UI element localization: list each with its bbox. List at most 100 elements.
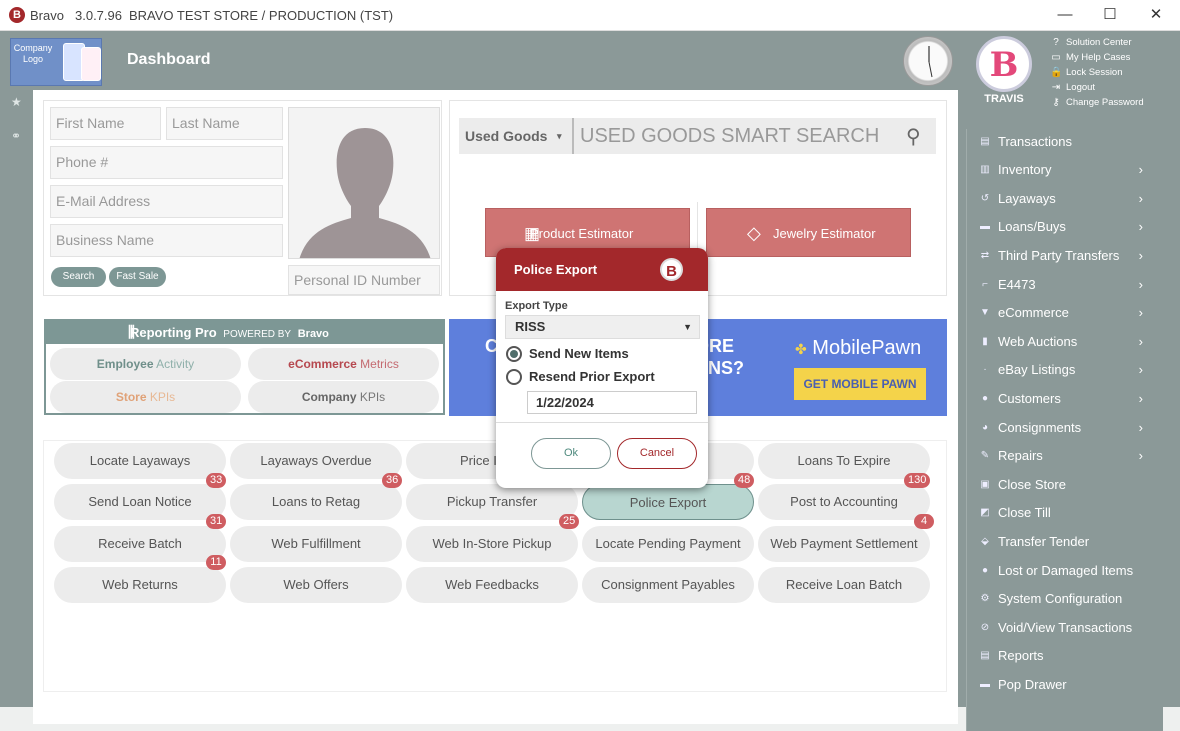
web-fulfillment-button[interactable]: Web Fulfillment [230, 526, 402, 562]
window-titlebar: B Bravo 3.0.7.96 BRAVO TEST STORE / PROD… [0, 0, 1180, 31]
quick-button-label: Pickup Transfer [446, 494, 538, 509]
sidebar-item-transfer-tender[interactable]: ⬙ Transfer Tender [979, 530, 1159, 554]
rp-label: eCommerce [288, 357, 357, 371]
sidebar-item-consignments[interactable]: ◕ Consignments › [979, 416, 1159, 440]
sidebar-item-transactions[interactable]: ▤ Transactions [979, 130, 1159, 154]
phone-field[interactable]: Phone # [50, 146, 283, 179]
my-help-cases-link[interactable]: ▭ My Help Cases [1050, 50, 1144, 65]
loans-to-retag-button[interactable]: Loans to Retag [230, 484, 402, 520]
e4473-icon: ⌐ [982, 279, 988, 290]
inventory-icon: ▥ [980, 164, 990, 175]
minimize-button[interactable]: — [1053, 4, 1077, 26]
customer-photo-placeholder[interactable] [288, 107, 440, 259]
company-kpis-button[interactable]: Company KPIs [248, 381, 439, 413]
cancel-button[interactable]: Cancel [617, 438, 697, 469]
send-new-items-label[interactable]: Send New Items [529, 346, 629, 361]
send-loan-notice-button[interactable]: Send Loan Notice [54, 484, 226, 520]
change-password-link[interactable]: ⚷ Change Password [1050, 95, 1143, 110]
export-type-select[interactable]: RISS ▼ [505, 315, 700, 339]
sidebar-item-customers[interactable]: ● Customers › [979, 387, 1159, 411]
search-category-select[interactable]: Used Goods ▾ [459, 118, 572, 154]
link-label: Solution Center [1066, 37, 1132, 48]
ecommerce-metrics-button[interactable]: eCommerce Metrics [248, 348, 439, 380]
web-payment-settlement-button[interactable]: Web Payment Settlement [758, 526, 930, 562]
pickup-transfer-button[interactable]: Pickup Transfer [406, 484, 578, 520]
ok-button[interactable]: Ok [531, 438, 611, 469]
reporting-pro-panel: ⫼ Reporting Pro POWERED BY Bravo Employe… [44, 319, 445, 415]
layaways-overdue-button[interactable]: Layaways Overdue [230, 443, 402, 479]
quick-button-label: Post to Accounting [790, 494, 898, 509]
chevron-right-icon: › [1138, 448, 1143, 463]
receive-loan-batch-button[interactable]: Receive Loan Batch [758, 567, 930, 603]
business-name-field[interactable]: Business Name [50, 224, 283, 257]
sidebar-item-label: Consignments [998, 420, 1082, 435]
locate-pending-payment-button[interactable]: Locate Pending Payment [582, 526, 754, 562]
send-new-items-radio[interactable] [506, 346, 522, 362]
post-to-accounting-button[interactable]: Post to Accounting [758, 484, 930, 520]
sidebar-item-ebay-listings[interactable]: · eBay Listings › [979, 358, 1159, 382]
receive-batch-button[interactable]: Receive Batch [54, 526, 226, 562]
last-name-field[interactable]: Last Name [166, 107, 283, 140]
email-field[interactable]: E-Mail Address [50, 185, 283, 218]
sidebar-item-e4473[interactable]: ⌐ E4473 › [979, 273, 1159, 297]
export-date-field[interactable]: 1/22/2024 [527, 391, 697, 414]
sidebar-item-lost-or-damaged[interactable]: ● Lost or Damaged Items [979, 559, 1159, 583]
lock-icon: 🔒 [1050, 67, 1063, 78]
ebay-icon: · [983, 364, 987, 375]
search-icon[interactable]: ⚲ [906, 124, 921, 149]
smart-search-input[interactable]: USED GOODS SMART SEARCH [572, 118, 936, 154]
first-name-field[interactable]: First Name [50, 107, 161, 140]
sidebar-item-reports[interactable]: ▤ Reports [979, 644, 1159, 668]
personal-id-field[interactable]: Personal ID Number [288, 265, 440, 295]
sidebar-item-label: Lost or Damaged Items [998, 563, 1134, 578]
drawer-icon: ▬ [980, 679, 990, 690]
sidebar-item-third-party-transfers[interactable]: ⇄ Third Party Transfers › [979, 244, 1159, 268]
reporting-pro-title: Reporting Pro [130, 325, 217, 340]
consignment-payables-button[interactable]: Consignment Payables [582, 567, 754, 603]
sidebar-item-repairs[interactable]: ✎ Repairs › [979, 444, 1159, 468]
loans-to-expire-button[interactable]: Loans To Expire [758, 443, 930, 479]
company-logo: Company Logo [10, 38, 102, 86]
sidebar-item-system-configuration[interactable]: ⚙ System Configuration [979, 587, 1159, 611]
sidebar-item-close-till[interactable]: ◩ Close Till [979, 501, 1159, 525]
police-export-button[interactable]: Police Export [582, 484, 754, 520]
chevron-right-icon: › [1138, 334, 1143, 349]
store-kpis-button[interactable]: Store KPIs [50, 381, 241, 413]
sidebar-item-inventory[interactable]: ▥ Inventory › [979, 158, 1159, 182]
logout-link[interactable]: ⇥ Logout [1050, 80, 1144, 95]
get-mobilepawn-button[interactable]: GET MOBILE PAWN [794, 368, 926, 400]
count-badge: 33 [206, 473, 227, 488]
sidebar-item-ecommerce[interactable]: ▼ eCommerce › [979, 301, 1159, 325]
solution-center-link[interactable]: ? Solution Center [1050, 35, 1144, 50]
fast-sale-button[interactable]: Fast Sale [109, 267, 166, 287]
jewelry-estimator-label: Jewelry Estimator [773, 226, 876, 241]
lock-session-link[interactable]: 🔒 Lock Session [1050, 65, 1144, 80]
header-links: ? Solution Center ▭ My Help Cases 🔒 Lock Se… [1050, 35, 1144, 110]
web-in-store-pickup-button[interactable]: Web In-Store Pickup [406, 526, 578, 562]
sidebar-item-label: Transfer Tender [998, 534, 1090, 549]
jewelry-estimator-button[interactable]: ◇ Jewelry Estimator [706, 208, 911, 257]
mobilepawn-brand: MobilePawn [812, 337, 922, 359]
sidebar-item-void-view-transactions[interactable]: ⊘ Void/View Transactions [979, 616, 1159, 640]
web-offers-button[interactable]: Web Offers [230, 567, 402, 603]
star-icon[interactable]: ★ [11, 95, 22, 109]
link-icon[interactable]: ⚭ [11, 129, 21, 143]
maximize-button[interactable]: ☐ [1098, 4, 1122, 26]
rp-label: Activity [153, 357, 195, 371]
transfer-icon: ⇄ [980, 250, 990, 261]
resend-prior-export-label[interactable]: Resend Prior Export [529, 369, 655, 384]
web-returns-button[interactable]: Web Returns [54, 567, 226, 603]
resend-prior-export-radio[interactable] [506, 369, 522, 385]
sidebar-item-close-store[interactable]: ▣ Close Store [979, 473, 1159, 497]
close-window-button[interactable]: ✕ [1144, 4, 1168, 26]
web-feedbacks-button[interactable]: Web Feedbacks [406, 567, 578, 603]
sidebar-item-pop-drawer[interactable]: ▬ Pop Drawer [979, 673, 1159, 697]
locate-layaways-button[interactable]: Locate Layaways [54, 443, 226, 479]
user-avatar[interactable]: B [976, 36, 1032, 92]
consignments-icon: ◕ [981, 422, 989, 433]
sidebar-item-loans-buys[interactable]: ▬ Loans/Buys › [979, 215, 1159, 239]
sidebar-item-layaways[interactable]: ↺ Layaways › [979, 187, 1159, 211]
employee-activity-button[interactable]: Employee Activity [50, 348, 241, 380]
search-button[interactable]: Search [51, 267, 106, 287]
sidebar-item-web-auctions[interactable]: ▮ Web Auctions › [979, 330, 1159, 354]
